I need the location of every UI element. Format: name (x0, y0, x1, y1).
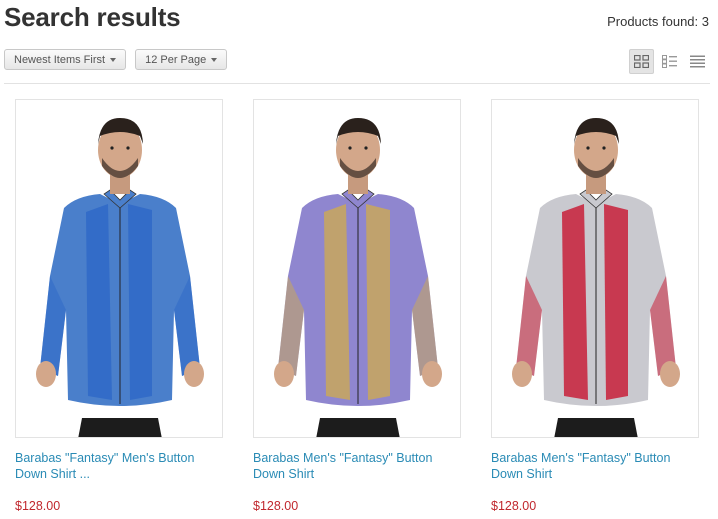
grid-view-icon (634, 55, 649, 68)
product-title-link[interactable]: Barabas Men's "Fantasy" Button Down Shir… (253, 450, 461, 482)
sort-dropdown[interactable]: Newest Items First (4, 49, 127, 70)
product-title-link[interactable]: Barabas Men's "Fantasy" Button Down Shir… (491, 450, 699, 482)
product-price: $128.00 (253, 499, 299, 513)
chevron-down-icon (110, 58, 117, 62)
page-title: Search results (4, 2, 181, 32)
per-page-dropdown-label: 12 Per Page (145, 53, 207, 66)
product-card: Barabas Men's "Fantasy" Button Down Shir… (253, 99, 461, 513)
product-photo (16, 100, 222, 437)
chevron-down-icon (211, 58, 218, 62)
product-image[interactable] (253, 99, 461, 438)
products-found-count: Products found: 3 (607, 14, 709, 29)
product-photo (254, 100, 460, 437)
view-mode-switch (629, 49, 710, 74)
product-image[interactable] (491, 99, 699, 438)
product-price: $128.00 (491, 499, 537, 513)
product-card: Barabas "Fantasy" Men's Button Down Shir… (15, 99, 223, 513)
product-image[interactable] (15, 99, 223, 438)
product-title-link[interactable]: Barabas "Fantasy" Men's Button Down Shir… (15, 450, 223, 482)
list-view-button[interactable] (657, 49, 682, 74)
compact-list-icon (690, 55, 705, 68)
per-page-dropdown[interactable]: 12 Per Page (135, 49, 228, 70)
product-price: $128.00 (15, 499, 61, 513)
compact-list-button[interactable] (685, 49, 710, 74)
grid-view-button[interactable] (629, 49, 654, 74)
product-photo (492, 100, 698, 437)
product-card: Barabas Men's "Fantasy" Button Down Shir… (491, 99, 699, 513)
list-view-icon (662, 55, 677, 68)
sort-dropdown-label: Newest Items First (14, 53, 106, 66)
sort-toolbar: Newest Items First 12 Per Page (4, 49, 228, 70)
toolbar-divider (4, 83, 710, 84)
